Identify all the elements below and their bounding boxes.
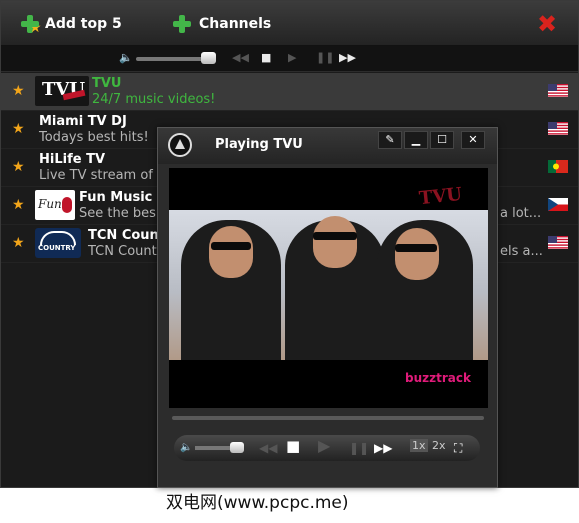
channel-row-tvu[interactable]: ★ TVU TVU 24/7 music videos! — [1, 73, 578, 111]
play-icon[interactable]: ▶ — [288, 51, 296, 65]
add-top-label: Add top 5 — [45, 16, 122, 32]
pause-icon[interactable]: ❚❚ — [316, 51, 334, 65]
close-icon[interactable]: ✖ — [536, 12, 558, 36]
site-watermark: 双电网(www.pcpc.me) — [166, 493, 349, 513]
channels-button[interactable]: Channels — [173, 15, 271, 33]
video-display[interactable]: TVU buzztrack — [169, 168, 488, 408]
channel-desc-tail: a lot... — [500, 206, 542, 221]
video-frame — [169, 210, 488, 360]
fullscreen-icon[interactable]: ⛶ — [454, 440, 462, 456]
player-volume-icon[interactable]: 🔈 — [180, 440, 192, 456]
tcn-country-logo: COUNTRY — [35, 228, 81, 258]
minimize-icon[interactable]: ▁ — [404, 131, 428, 149]
channel-name: Fun Music — [79, 190, 153, 205]
player-next-icon[interactable]: ▶▶ — [374, 440, 392, 456]
seek-bar[interactable] — [172, 416, 484, 420]
video-watermark-logo: TVU — [418, 183, 464, 210]
next-icon[interactable]: ▶▶ — [339, 51, 356, 65]
player-controls: 🔈 ◀◀ ■ ▶ ❚❚ ▶▶ 1x 2x ⛶ — [174, 435, 480, 461]
playback-toolbar: 🔈 ◀◀ ■ ▶ ❚❚ ▶▶ — [1, 46, 578, 72]
tvu-logo: TVU — [35, 76, 89, 106]
favorite-star-icon[interactable]: ★ — [12, 121, 25, 137]
speed-1x-button[interactable]: 1x — [410, 439, 428, 452]
channel-name: HiLife TV — [39, 152, 106, 167]
add-star-icon: ★ — [21, 15, 42, 35]
usa-flag-icon — [548, 84, 568, 97]
channel-name: Miami TV DJ — [39, 114, 127, 129]
portugal-flag-icon — [548, 160, 568, 173]
top-toolbar: ★ Add top 5 Channels ✖ — [1, 1, 578, 46]
close-player-icon[interactable]: ✕ — [461, 131, 485, 149]
channel-desc: TCN Count — [88, 244, 157, 259]
channel-desc-tail: els a... — [500, 244, 543, 259]
maximize-icon[interactable]: ☐ — [430, 131, 454, 149]
volume-icon[interactable]: 🔈 — [119, 51, 133, 65]
player-stop-icon[interactable]: ■ — [286, 439, 300, 454]
player-title-bar[interactable]: Playing TVU ✎ ▁ ☐ ✕ — [158, 128, 497, 164]
channel-desc: Todays best hits! — [39, 130, 149, 145]
add-top-button[interactable]: ★ Add top 5 — [21, 15, 122, 35]
volume-knob[interactable] — [201, 52, 216, 64]
usa-flag-icon — [548, 122, 568, 135]
player-play-icon[interactable]: ▶ — [318, 438, 330, 454]
favorite-star-icon[interactable]: ★ — [12, 235, 25, 251]
video-caption: buzztrack — [405, 371, 471, 385]
favorite-star-icon[interactable]: ★ — [12, 197, 25, 213]
pin-icon[interactable]: ✎ — [378, 131, 402, 149]
speed-2x-button[interactable]: 2x — [432, 439, 446, 452]
channels-label: Channels — [199, 16, 272, 32]
player-volume-knob[interactable] — [230, 442, 244, 453]
czech-flag-icon — [548, 198, 568, 211]
player-previous-icon[interactable]: ◀◀ — [259, 440, 277, 456]
player-title: Playing TVU — [215, 137, 303, 152]
favorite-star-icon[interactable]: ★ — [12, 83, 25, 99]
tvu-app-window: ★ Add top 5 Channels ✖ 🔈 ◀◀ ■ ▶ ❚❚ ▶▶ ★ … — [0, 0, 579, 488]
channel-name: TVU — [92, 76, 122, 91]
stop-icon[interactable]: ■ — [261, 51, 271, 65]
previous-icon[interactable]: ◀◀ — [232, 51, 249, 65]
channel-desc: Live TV stream of — [39, 168, 153, 183]
favorite-star-icon[interactable]: ★ — [12, 159, 25, 175]
usa-flag-icon — [548, 236, 568, 249]
player-window: Playing TVU ✎ ▁ ☐ ✕ TVU buzztrack � — [157, 127, 498, 488]
app-logo-icon — [168, 133, 192, 157]
player-pause-icon[interactable]: ❚❚ — [349, 440, 369, 456]
fun-music-logo: Fun — [35, 190, 75, 220]
add-icon — [173, 15, 191, 33]
channel-desc: See the bes — [79, 206, 156, 221]
channel-desc: 24/7 music videos! — [92, 92, 216, 107]
channel-name: TCN Count — [88, 228, 166, 243]
